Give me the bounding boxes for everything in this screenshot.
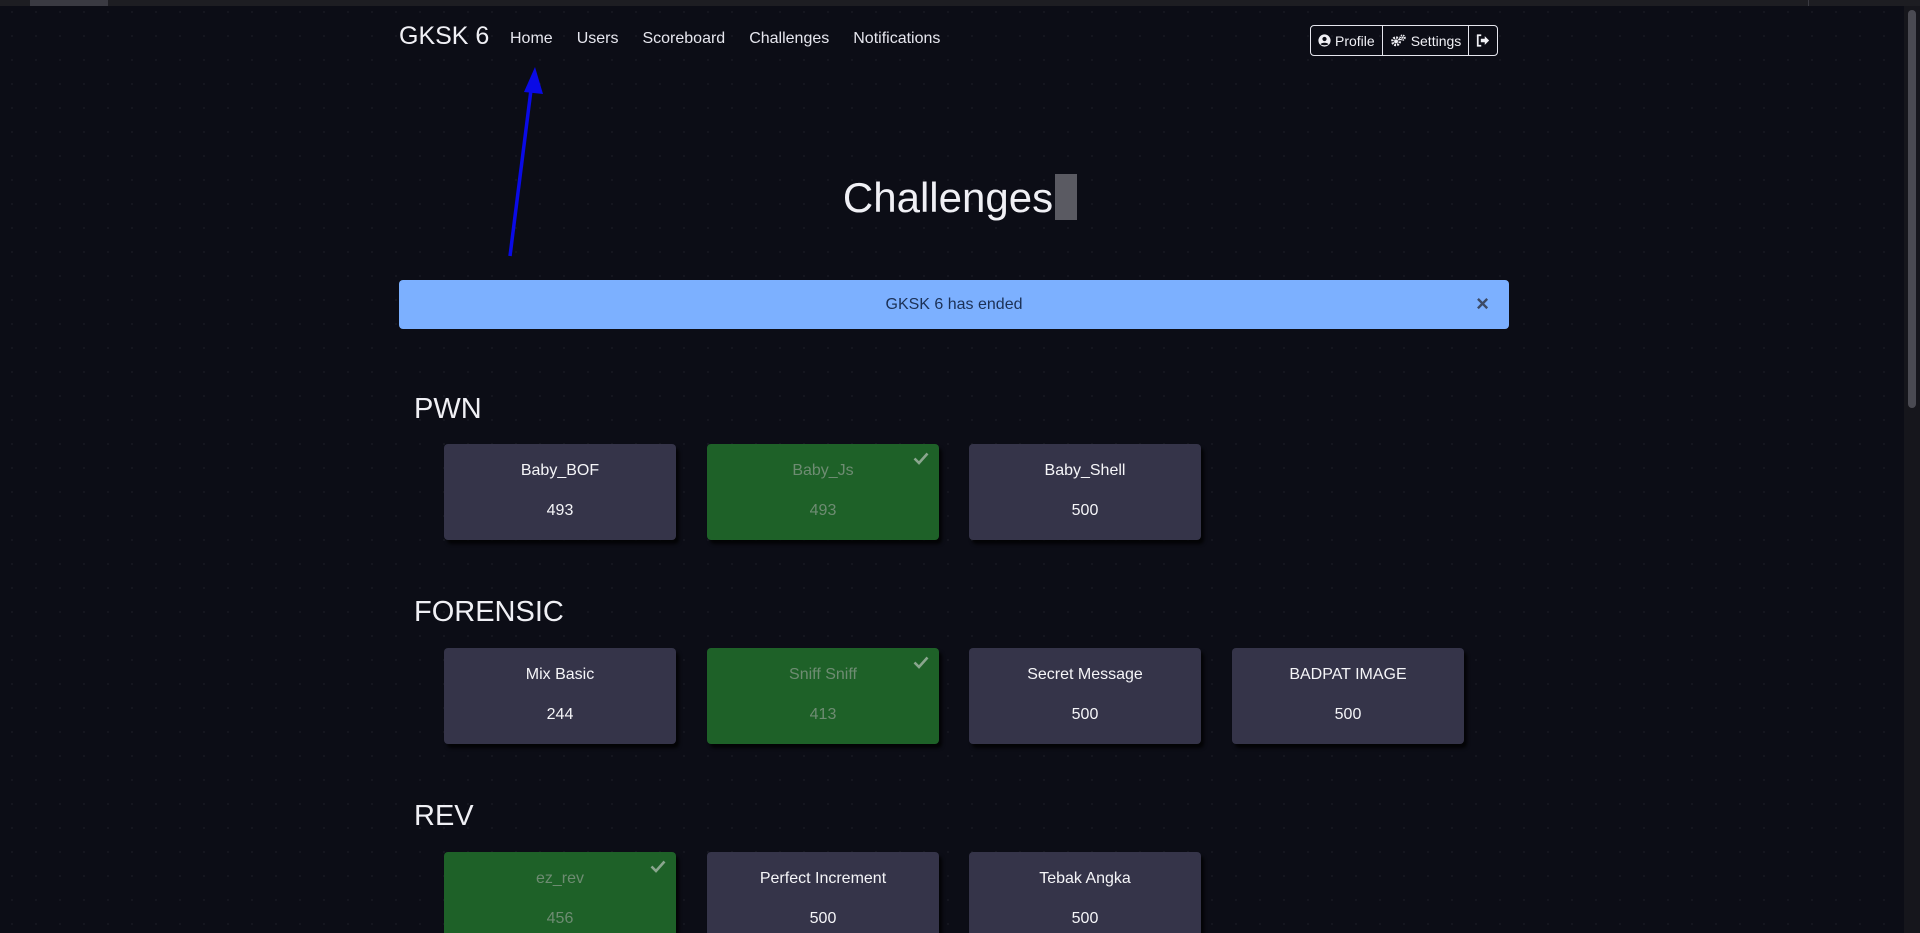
challenge-points: 244 [546, 706, 574, 723]
category-title-pwn: PWN [414, 393, 482, 425]
challenge-name: BADPAT IMAGE [1289, 666, 1407, 683]
challenge-card[interactable]: Baby_Shell 500 [969, 444, 1201, 540]
navbar: GKSK 6 Home Users Scoreboard Challenges … [399, 6, 1509, 74]
nav-challenges[interactable]: Challenges [749, 30, 829, 48]
challenge-points: 500 [809, 910, 837, 927]
challenge-name: Mix Basic [525, 666, 595, 683]
sign-out-icon [1477, 34, 1490, 47]
settings-label: Settings [1410, 32, 1462, 49]
challenge-card[interactable]: Baby_BOF 493 [444, 444, 676, 540]
profile-label: Profile [1335, 32, 1375, 49]
gears-icon [1390, 34, 1406, 47]
challenge-card-solved[interactable]: Sniff Sniff 413 [707, 648, 939, 744]
challenge-card[interactable]: Tebak Angka 500 [969, 852, 1201, 933]
strip-divider [1808, 0, 1809, 6]
challenge-card-solved[interactable]: ez_rev 456 [444, 852, 676, 933]
category-title-forensic: FORENSIC [414, 596, 564, 628]
nav-home[interactable]: Home [510, 30, 553, 48]
challenge-name: Sniff Sniff [789, 666, 857, 683]
challenge-name: Baby_Js [792, 462, 854, 479]
user-circle-icon [1318, 34, 1331, 47]
browser-tab[interactable] [30, 0, 108, 6]
challenge-name: Tebak Angka [1039, 870, 1131, 887]
challenge-card[interactable]: BADPAT IMAGE 500 [1232, 648, 1464, 744]
challenge-name: Baby_BOF [520, 462, 600, 479]
page-title: Challenges [842, 174, 1054, 221]
challenge-name: Perfect Increment [759, 870, 887, 887]
category-title-rev: REV [414, 800, 474, 832]
challenge-card-solved[interactable]: Baby_Js 493 [707, 444, 939, 540]
nav-links: Home Users Scoreboard Challenges Notific… [510, 30, 964, 48]
brand-logo[interactable]: GKSK 6 [399, 22, 489, 51]
challenge-points: 456 [546, 910, 574, 927]
challenge-card[interactable]: Mix Basic 244 [444, 648, 676, 744]
close-icon[interactable]: × [1476, 291, 1489, 317]
challenge-card[interactable]: Perfect Increment 500 [707, 852, 939, 933]
challenge-points: 500 [1334, 706, 1362, 723]
settings-button[interactable]: Settings [1383, 26, 1470, 55]
logout-button[interactable] [1469, 26, 1497, 55]
nav-users[interactable]: Users [577, 30, 619, 48]
text-cursor-block [1055, 174, 1078, 220]
nav-scoreboard[interactable]: Scoreboard [642, 30, 725, 48]
challenge-points: 493 [546, 502, 574, 519]
page-title-block: Challenges [0, 174, 1920, 222]
challenge-points: 413 [809, 706, 837, 723]
ctf-ended-alert: GKSK 6 has ended × [399, 280, 1509, 329]
challenge-card[interactable]: Secret Message 500 [969, 648, 1201, 744]
challenge-name: Secret Message [1027, 666, 1143, 683]
nav-notifications[interactable]: Notifications [853, 30, 940, 48]
challenge-points: 500 [1071, 706, 1099, 723]
challenge-points: 500 [1071, 910, 1099, 927]
account-button-group: Profile Settings [1310, 25, 1499, 56]
challenge-name: ez_rev [535, 870, 585, 887]
page-scrollbar[interactable] [1904, 6, 1920, 933]
challenge-name: Baby_Shell [1044, 462, 1126, 479]
challenge-points: 500 [1071, 502, 1099, 519]
challenge-points: 493 [809, 502, 837, 519]
annotation-arrow [508, 67, 543, 257]
profile-button[interactable]: Profile [1311, 26, 1383, 55]
alert-message: GKSK 6 has ended [885, 296, 1023, 313]
